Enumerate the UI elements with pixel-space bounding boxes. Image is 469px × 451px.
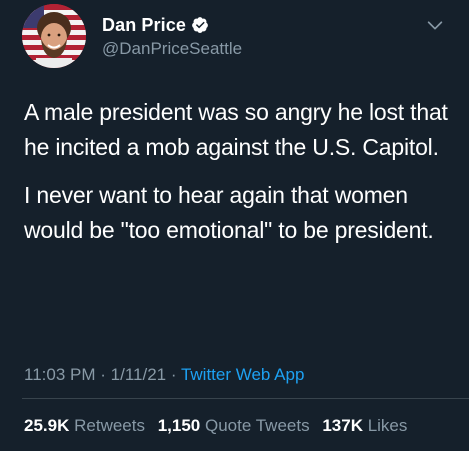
- retweets-stat[interactable]: 25.9K Retweets: [24, 416, 150, 435]
- likes-stat[interactable]: 137K Likes: [322, 416, 407, 435]
- author-handle[interactable]: @DanPriceSeattle: [102, 39, 242, 59]
- meta-separator: ·: [170, 365, 177, 384]
- tweet-paragraph: A male president was so angry he lost th…: [24, 99, 448, 160]
- tweet-stats: 25.9K Retweets 1,150 Quote Tweets 137K L…: [24, 416, 415, 436]
- meta-separator: ·: [100, 365, 106, 384]
- quote-tweets-count: 1,150: [157, 416, 201, 435]
- tweet-text: A male president was so angry he lost th…: [24, 95, 454, 248]
- author-names: Dan Price @DanPriceSeattle: [102, 14, 242, 59]
- retweets-count: 25.9K: [24, 416, 70, 435]
- tweet-source[interactable]: Twitter Web App: [181, 365, 304, 384]
- display-name[interactable]: Dan Price: [102, 15, 186, 36]
- likes-label: Likes: [367, 416, 408, 435]
- likes-count: 137K: [322, 416, 363, 435]
- tweet-card: Dan Price @DanPriceSeattle A male presid…: [0, 0, 469, 451]
- quote-tweets-label: Quote Tweets: [205, 416, 310, 435]
- chevron-down-icon[interactable]: [424, 14, 446, 36]
- divider: [22, 398, 469, 399]
- display-name-row: Dan Price: [102, 14, 242, 36]
- tweet-date[interactable]: 1/11/21: [111, 365, 166, 384]
- avatar[interactable]: [22, 4, 86, 68]
- tweet-paragraph: I never want to hear again that women wo…: [24, 182, 434, 243]
- retweets-label: Retweets: [74, 416, 145, 435]
- verified-badge-icon: [191, 16, 209, 34]
- tweet-meta: 11:03 PM · 1/11/21 · Twitter Web App: [24, 365, 304, 385]
- tweet-time[interactable]: 11:03 PM: [24, 365, 96, 384]
- profile-photo-icon: [22, 4, 86, 68]
- quote-tweets-stat[interactable]: 1,150 Quote Tweets: [158, 416, 315, 435]
- tweet-header: Dan Price @DanPriceSeattle: [22, 4, 452, 68]
